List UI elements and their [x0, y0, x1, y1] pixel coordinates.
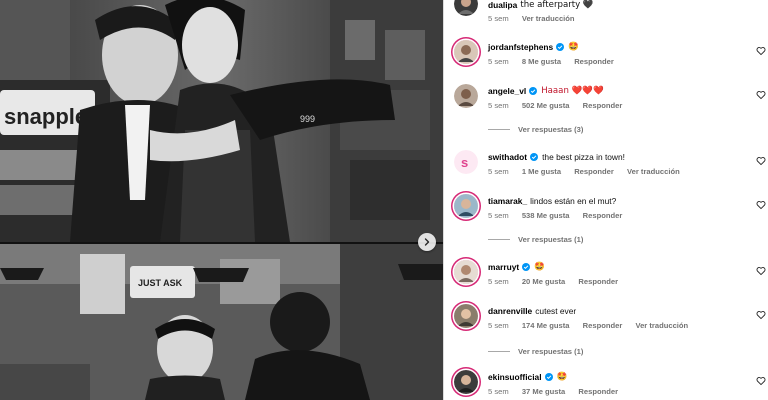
- comment-text: the best pizza in town!: [542, 152, 625, 162]
- chevron-right-icon: [424, 238, 430, 246]
- comment-time[interactable]: 5 sem: [488, 387, 509, 396]
- username[interactable]: swithadot: [488, 152, 527, 162]
- view-replies-label: Ver respuestas (1): [518, 235, 584, 244]
- username[interactable]: dualipa: [488, 0, 517, 10]
- reply-button[interactable]: Responder: [583, 211, 623, 220]
- comment-time[interactable]: 5 sem: [488, 321, 509, 330]
- verified-badge-icon: [530, 153, 539, 161]
- like-heart-icon[interactable]: [756, 90, 766, 100]
- avatar[interactable]: [454, 40, 478, 64]
- avatar[interactable]: s: [454, 150, 478, 174]
- verified-badge-icon: [544, 373, 553, 381]
- username[interactable]: jordanfstephens: [488, 42, 553, 52]
- caption-text: the afterparty 🖤: [520, 0, 594, 10]
- translate-link[interactable]: Ver traducción: [522, 14, 575, 23]
- username[interactable]: ekinsuofficial: [488, 372, 542, 382]
- translate-link[interactable]: Ver traducción: [635, 321, 688, 330]
- comment-text: cutest ever: [535, 306, 577, 316]
- svg-text:s: s: [461, 155, 468, 170]
- reply-button[interactable]: Responder: [578, 277, 618, 286]
- likes-count[interactable]: 502 Me gusta: [522, 101, 570, 110]
- reply-button[interactable]: Responder: [578, 387, 618, 396]
- comment-time[interactable]: 5 sem: [488, 277, 509, 286]
- comment-time[interactable]: 5 sem: [488, 101, 509, 110]
- comment-text: 🤩: [568, 42, 579, 52]
- sleeve-number: 999: [300, 114, 315, 124]
- comment-text: lindos están en el mut?: [530, 196, 617, 206]
- reply-button[interactable]: Responder: [574, 57, 614, 66]
- snapple-sign: snapple: [4, 104, 87, 129]
- avatar[interactable]: [454, 260, 478, 284]
- avatar[interactable]: [454, 304, 478, 328]
- post-time[interactable]: 5 sem: [488, 14, 509, 23]
- view-replies-label: Ver respuestas (3): [518, 125, 584, 134]
- reply-button[interactable]: Responder: [574, 167, 614, 176]
- likes-count[interactable]: 538 Me gusta: [522, 211, 570, 220]
- username[interactable]: danrenville: [488, 306, 532, 316]
- comment-text: 🤩: [534, 262, 545, 272]
- just-ask-sign: JUST ASK: [138, 278, 183, 288]
- reply-button[interactable]: Responder: [583, 321, 623, 330]
- comment-text: Haaan ❤️❤️❤️: [541, 86, 604, 96]
- reply-button[interactable]: Responder: [583, 101, 623, 110]
- avatar[interactable]: [454, 194, 478, 218]
- comment-time[interactable]: 5 sem: [488, 57, 509, 66]
- verified-badge-icon: [522, 263, 531, 271]
- post-media[interactable]: snapple 999 JUST ASK: [0, 0, 443, 400]
- likes-count[interactable]: 1 Me gusta: [522, 167, 561, 176]
- view-replies-button[interactable]: Ver respuestas (1): [488, 235, 583, 244]
- likes-count[interactable]: 8 Me gusta: [522, 57, 561, 66]
- carousel-next-button[interactable]: [418, 233, 436, 251]
- like-heart-icon[interactable]: [756, 156, 766, 166]
- like-heart-icon[interactable]: [756, 376, 766, 386]
- likes-count[interactable]: 37 Me gusta: [522, 387, 565, 396]
- username[interactable]: angele_vl: [488, 86, 526, 96]
- comment-time[interactable]: 5 sem: [488, 167, 509, 176]
- likes-count[interactable]: 20 Me gusta: [522, 277, 565, 286]
- like-heart-icon[interactable]: [756, 266, 766, 276]
- like-heart-icon[interactable]: [756, 200, 766, 210]
- photo-couple-pizzeria: JUST ASK: [0, 244, 443, 400]
- verified-badge-icon: [529, 87, 538, 95]
- verified-badge-icon: [556, 43, 565, 51]
- username[interactable]: marruyt: [488, 262, 519, 272]
- comment-time[interactable]: 5 sem: [488, 211, 509, 220]
- like-heart-icon[interactable]: [756, 46, 766, 56]
- view-replies-button[interactable]: Ver respuestas (3): [488, 125, 583, 134]
- avatar[interactable]: [454, 370, 478, 394]
- comments-panel: dualipa the afterparty 🖤 5 sem Ver tradu…: [443, 0, 768, 400]
- username[interactable]: tiamarak_: [488, 196, 527, 206]
- like-heart-icon[interactable]: [756, 310, 766, 320]
- view-replies-label: Ver respuestas (1): [518, 347, 584, 356]
- view-replies-button[interactable]: Ver respuestas (1): [488, 347, 583, 356]
- avatar[interactable]: [454, 0, 478, 16]
- translate-link[interactable]: Ver traducción: [627, 167, 680, 176]
- comment-text: 🤩: [556, 372, 568, 382]
- likes-count[interactable]: 174 Me gusta: [522, 321, 570, 330]
- avatar[interactable]: [454, 84, 478, 108]
- photo-couple-embrace: snapple 999: [0, 0, 443, 242]
